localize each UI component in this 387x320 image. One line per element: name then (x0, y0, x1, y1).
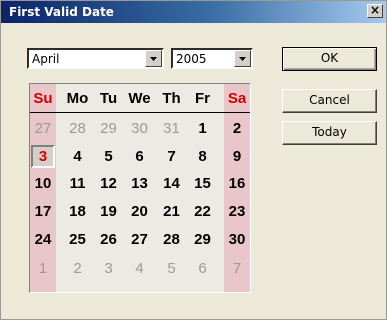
weekday-header-mo: Mo (66, 90, 89, 107)
calendar-days: Su Mo Tu We Th Fr Sa 27 28 29 30 31 1 2 3 4 5 6 7 8 9 10 11 12… (30, 84, 250, 292)
dialog-window: First Valid Date × April 2005 Su Mo Tu We Th… (0, 0, 387, 320)
day-cell[interactable]: 17 (30, 203, 56, 221)
day-cell[interactable]: 2 (224, 120, 250, 138)
day-cell[interactable]: 27 (30, 120, 56, 138)
day-cell[interactable]: 29 (187, 231, 218, 249)
day-cell[interactable]: 29 (93, 120, 124, 138)
day-cell[interactable]: 5 (156, 260, 187, 278)
day-cell[interactable]: 30 (124, 120, 155, 138)
day-cell[interactable]: 26 (93, 231, 124, 249)
day-cell[interactable]: 8 (187, 148, 218, 166)
close-icon: × (369, 3, 381, 17)
day-cell[interactable]: 28 (62, 120, 93, 138)
month-select[interactable]: April (27, 48, 164, 69)
weekday-header-tu: Tu (99, 90, 118, 107)
day-cell[interactable]: 27 (124, 231, 155, 249)
day-cell-selected[interactable]: 3 (30, 148, 56, 166)
weekday-header: Su Mo Tu We Th Fr Sa (30, 84, 250, 112)
day-cell[interactable]: 7 (224, 260, 250, 278)
year-select[interactable]: 2005 (171, 48, 253, 69)
day-cell[interactable]: 2 (62, 260, 93, 278)
chevron-down-icon (239, 57, 246, 61)
day-cell[interactable]: 3 (93, 260, 124, 278)
day-cell[interactable]: 10 (30, 175, 56, 193)
weekday-header-su: Su (33, 90, 53, 107)
close-button[interactable]: × (367, 4, 383, 18)
day-cell[interactable]: 4 (124, 260, 155, 278)
month-select-value: April (32, 52, 60, 66)
today-button[interactable]: Today (282, 121, 377, 145)
day-cell[interactable]: 1 (30, 260, 56, 278)
weekday-header-sa: Sa (227, 90, 247, 107)
day-cell[interactable]: 6 (187, 260, 218, 278)
day-cell[interactable]: 31 (156, 120, 187, 138)
ok-button[interactable]: OK (282, 47, 377, 71)
day-cell[interactable]: 1 (187, 120, 218, 138)
day-cell[interactable]: 22 (187, 203, 218, 221)
day-cell[interactable]: 5 (93, 148, 124, 166)
day-cell[interactable]: 4 (62, 148, 93, 166)
day-cell[interactable]: 12 (93, 175, 124, 193)
day-cell[interactable]: 6 (124, 148, 155, 166)
day-cell[interactable]: 30 (224, 231, 250, 249)
day-cell[interactable]: 20 (124, 203, 155, 221)
month-dropdown-button[interactable] (145, 50, 162, 67)
weekday-header-fr: Fr (195, 90, 210, 107)
day-cell[interactable]: 18 (62, 203, 93, 221)
day-cell[interactable]: 21 (156, 203, 187, 221)
header-divider (30, 112, 250, 113)
weekday-header-we: We (128, 90, 151, 107)
day-cell[interactable]: 11 (62, 175, 93, 193)
day-cell[interactable]: 16 (224, 175, 250, 193)
weekday-header-th: Th (162, 90, 181, 107)
title-bar[interactable]: First Valid Date × (1, 1, 386, 23)
day-cell[interactable]: 7 (156, 148, 187, 166)
day-cell[interactable]: 23 (224, 203, 250, 221)
day-cell[interactable]: 9 (224, 148, 250, 166)
day-cell[interactable]: 15 (187, 175, 218, 193)
year-select-value: 2005 (176, 52, 207, 66)
day-cell[interactable]: 25 (62, 231, 93, 249)
day-cell[interactable]: 28 (156, 231, 187, 249)
cancel-button[interactable]: Cancel (282, 89, 377, 113)
day-cell[interactable]: 19 (93, 203, 124, 221)
chevron-down-icon (150, 57, 157, 61)
day-cell[interactable]: 13 (124, 175, 155, 193)
window-title: First Valid Date (9, 5, 114, 19)
calendar-grid: Su Mo Tu We Th Fr Sa 27 28 29 30 31 1 2 3 4 5 6 7 8 9 10 11 12… (29, 83, 251, 293)
year-dropdown-button[interactable] (234, 50, 251, 67)
day-cell[interactable]: 14 (156, 175, 187, 193)
day-cell[interactable]: 24 (30, 231, 56, 249)
